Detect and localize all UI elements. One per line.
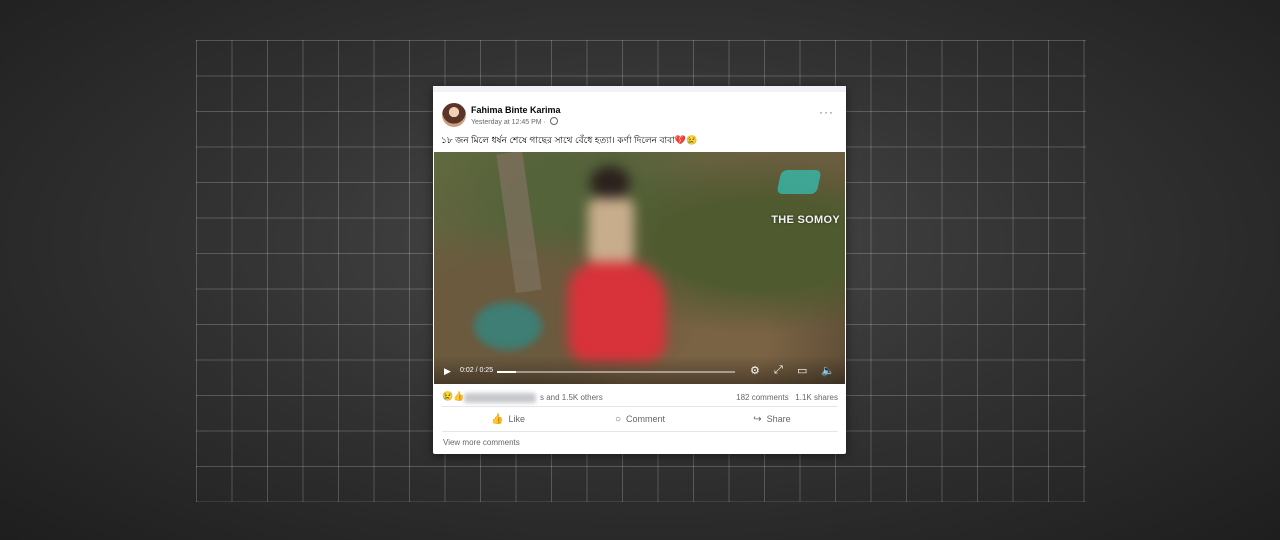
- video-blurred-object: [474, 302, 542, 350]
- timestamp-text[interactable]: Yesterday at 12:45 PM ·: [471, 119, 548, 126]
- post-actions: 👍 Like ○ Comment ↪ Share: [442, 408, 838, 430]
- video-frame-tree: [496, 152, 542, 294]
- settings-icon[interactable]: ⚙: [750, 364, 760, 377]
- post-header: Fahima Binte Karima Yesterday at 12:45 P…: [442, 103, 838, 129]
- shares-count[interactable]: 1.1K shares: [795, 393, 838, 402]
- card-top-bar: [433, 86, 846, 92]
- comment-button[interactable]: ○ Comment: [574, 408, 706, 430]
- comment-icon: ○: [614, 413, 622, 425]
- reactions-row: 😢👍 s and 1.5K others 182 comments 1.1K s…: [442, 391, 838, 405]
- fullscreen-icon[interactable]: ⤢: [774, 364, 783, 377]
- video-progress-bar[interactable]: [497, 371, 735, 373]
- video-progress-fill: [497, 371, 517, 373]
- more-options-icon[interactable]: ···: [819, 105, 834, 119]
- globe-icon: [549, 117, 558, 125]
- divider-bottom: [442, 431, 838, 432]
- video-player[interactable]: THE SOMOY ▶ 0:02 / 0:25 ⚙ ⤢ ▭ 🔈: [434, 152, 845, 384]
- volume-icon[interactable]: 🔈: [821, 364, 835, 377]
- author-name[interactable]: Fahima Binte Karima: [471, 105, 561, 115]
- like-icon: 👍: [491, 413, 504, 425]
- comments-count[interactable]: 182 comments: [736, 393, 788, 402]
- view-more-comments-link[interactable]: View more comments: [443, 438, 520, 447]
- divider-top: [442, 406, 838, 407]
- video-time: 0:02 / 0:25: [460, 367, 494, 374]
- post-timestamp: Yesterday at 12:45 PM ·: [471, 117, 558, 126]
- video-watermark: THE SOMOY: [771, 214, 840, 226]
- reaction-icons[interactable]: 😢👍: [442, 391, 464, 402]
- picture-in-picture-icon[interactable]: ▭: [797, 364, 807, 377]
- play-icon[interactable]: ▶: [444, 366, 451, 377]
- reaction-summary[interactable]: s and 1.5K others: [540, 393, 603, 402]
- post-caption: ১৮ জন মিলে ধর্ষন শেষে গাছের সাথে বেঁধে হ…: [441, 135, 698, 145]
- like-label: Like: [508, 414, 525, 424]
- share-icon: ↪: [753, 413, 762, 425]
- channel-logo-icon: [776, 170, 822, 194]
- post-stats: 182 comments 1.1K shares: [736, 393, 838, 402]
- share-label: Share: [766, 414, 791, 424]
- blurred-figure: [562, 162, 672, 372]
- facebook-post-card: Fahima Binte Karima Yesterday at 12:45 P…: [433, 86, 846, 454]
- blurred-reactor-name: [464, 393, 536, 403]
- video-controls: ▶ 0:02 / 0:25 ⚙ ⤢ ▭ 🔈: [434, 356, 845, 384]
- like-button[interactable]: 👍 Like: [442, 408, 574, 430]
- comment-label: Comment: [626, 414, 666, 424]
- avatar[interactable]: [442, 103, 466, 127]
- share-button[interactable]: ↪ Share: [706, 408, 838, 430]
